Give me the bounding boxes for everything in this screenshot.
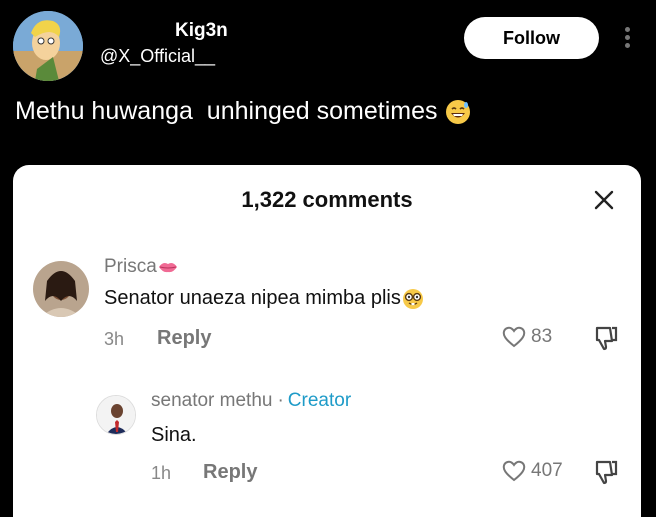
display-name[interactable]: Kig3n [175, 20, 228, 42]
creator-badge: Creator [287, 390, 352, 411]
comments-panel: 1,322 comments Prisca Senator unaeza nip… [13, 165, 641, 517]
comment-time: 3h [104, 329, 125, 349]
creator-avatar[interactable] [96, 395, 136, 435]
comment-author[interactable]: senator methu · Creator [151, 390, 351, 412]
user-handle[interactable]: @X_Official__ [100, 46, 215, 67]
like-count: 407 [531, 460, 563, 481]
like-button[interactable]: 83 [501, 325, 552, 349]
heart-icon [502, 326, 526, 348]
comment-time: 1h [151, 463, 172, 483]
comment-item: Prisca Senator unaeza nipea mimba plis 3… [13, 255, 641, 365]
profile-avatar[interactable] [13, 11, 83, 81]
like-count: 83 [531, 326, 553, 347]
lips-emoji [158, 263, 177, 273]
author-separator: · [277, 390, 284, 411]
comment-author-name: senator methu [151, 390, 273, 411]
comment-author[interactable]: Prisca [104, 256, 178, 278]
more-options-icon[interactable] [620, 25, 634, 53]
post-header: Kig3n @X_Official__ Follow [0, 0, 656, 90]
grinning-sweat-emoji [445, 99, 470, 124]
reply-button[interactable]: Reply [157, 327, 211, 350]
comment-text-content: Senator unaeza nipea mimba plis [104, 287, 401, 309]
commenter-avatar[interactable] [33, 261, 89, 317]
close-icon[interactable] [593, 189, 615, 211]
dislike-icon[interactable] [593, 325, 619, 351]
comment-text: Senator unaeza nipea mimba plis [104, 287, 424, 310]
dislike-icon[interactable] [593, 459, 619, 485]
like-button[interactable]: 407 [501, 459, 563, 483]
comments-count-title: 1,322 comments [241, 187, 413, 212]
heart-icon [502, 460, 526, 482]
reply-button[interactable]: Reply [203, 461, 257, 484]
nerd-face-emoji [402, 288, 423, 309]
follow-button[interactable]: Follow [464, 17, 599, 59]
post-text-content: Methu huwanga unhinged sometimes [15, 97, 438, 125]
reply-comment-item: senator methu · Creator Sina. 1h Reply 4… [13, 390, 641, 500]
post-text: Methu huwanga unhinged sometimes [15, 97, 471, 126]
comment-author-name: Prisca [104, 256, 157, 277]
comment-text: Sina. [151, 424, 197, 446]
